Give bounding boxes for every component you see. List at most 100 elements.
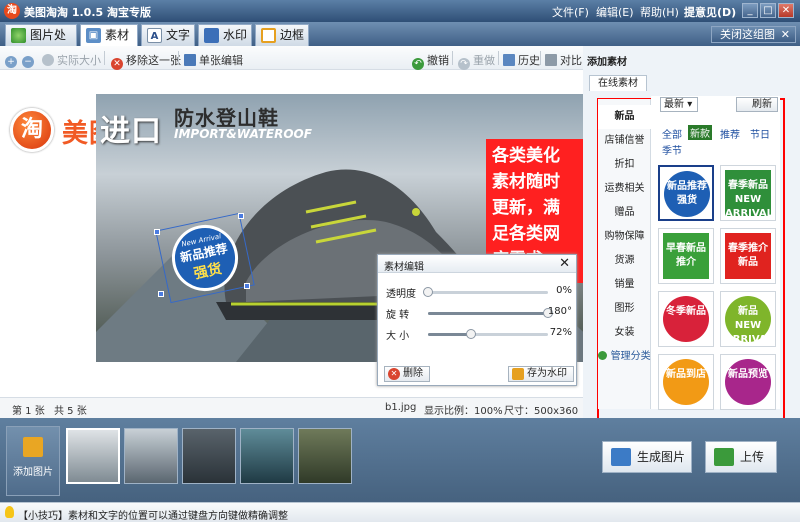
manage-categories-button[interactable]: 管理分类 xyxy=(598,345,651,369)
tip-bar: 【小技巧】素材和文字的位置可以通过键盘方向键做精确调整 xyxy=(0,502,800,522)
add-image-button[interactable]: 添加图片 xyxy=(6,426,60,496)
photo-headline-big: 进口 xyxy=(100,114,162,149)
save-watermark-label: 存为水印 xyxy=(527,368,567,379)
resize-handle[interactable] xyxy=(158,291,164,297)
category-store-credit[interactable]: 店铺信誉 xyxy=(598,129,651,153)
history-label: 历史 xyxy=(518,54,540,67)
save-watermark-button[interactable]: 存为水印 xyxy=(508,366,574,382)
opacity-slider[interactable] xyxy=(423,287,548,297)
close-group-button[interactable]: 关闭这组图 ✕ xyxy=(711,26,796,43)
category-discount[interactable]: 折扣 xyxy=(598,153,651,177)
tile-label: 新品推荐强货 xyxy=(664,171,710,217)
category-sales[interactable]: 销量 xyxy=(598,273,651,297)
thumbnail[interactable] xyxy=(298,428,352,484)
brand-logo-icon: 淘 xyxy=(10,108,54,152)
redo-button[interactable]: ↷ 重做 xyxy=(458,52,495,70)
redo-icon: ↷ xyxy=(458,58,470,70)
category-shape[interactable]: 图形 xyxy=(598,297,651,321)
history-button[interactable]: 历史 xyxy=(503,52,540,68)
material-tile[interactable]: 冬季新品 xyxy=(658,291,714,347)
status-total: 共 5 张 xyxy=(54,406,87,417)
delete-icon: ✕ xyxy=(388,368,400,380)
filter-season[interactable]: 季节 xyxy=(662,142,682,157)
resize-handle[interactable] xyxy=(244,283,250,289)
slider-knob[interactable] xyxy=(423,287,433,297)
tab-online-material[interactable]: 在线素材 xyxy=(589,75,647,91)
size-label: 大 小 xyxy=(386,331,410,342)
upload-button[interactable]: 上传 xyxy=(705,441,777,473)
category-new[interactable]: 新品 xyxy=(598,105,651,129)
tab-label: 文字 xyxy=(166,28,191,42)
app-logo-icon: 淘 xyxy=(4,3,20,19)
thumbnail[interactable] xyxy=(182,428,236,484)
menu-edit[interactable]: 编辑(E) xyxy=(596,4,634,20)
rotation-value: 180° xyxy=(547,306,572,317)
generate-image-button[interactable]: 生成图片 xyxy=(602,441,692,473)
filter-recommended[interactable]: 推荐 xyxy=(720,126,740,141)
zoom-out-button[interactable]: − xyxy=(22,52,37,68)
filter-holiday[interactable]: 节日 xyxy=(750,126,770,141)
category-guarantee[interactable]: 购物保障 xyxy=(598,225,651,249)
remove-one-label: 移除这一张 xyxy=(126,54,181,67)
material-tile[interactable]: 新品到店 xyxy=(658,354,714,410)
minimize-button[interactable]: _ xyxy=(742,3,758,18)
actual-size-label: 实际大小 xyxy=(57,54,101,67)
filter-new-style[interactable]: 新款 xyxy=(688,125,712,140)
material-tile[interactable]: 早春新品推介 xyxy=(658,228,714,284)
thumbnail[interactable] xyxy=(66,428,120,484)
category-supply[interactable]: 货源 xyxy=(598,249,651,273)
sort-dropdown[interactable]: 最新 ▾ xyxy=(660,97,698,112)
remove-one-button[interactable]: ✕ 移除这一张 xyxy=(111,52,181,70)
menu-help[interactable]: 帮助(H) xyxy=(640,4,679,20)
compare-button[interactable]: 对比 xyxy=(545,52,582,68)
actual-size-button[interactable]: 实际大小 xyxy=(42,52,101,68)
toolbar-divider xyxy=(498,51,499,65)
tab-watermark[interactable]: 水印 xyxy=(198,24,252,46)
material-tile[interactable]: 新品预览 xyxy=(720,354,776,410)
close-icon[interactable]: ✕ xyxy=(559,256,570,271)
material-tile[interactable]: 新品NEW ARRIVAL xyxy=(720,291,776,347)
thumbnail[interactable] xyxy=(240,428,294,484)
delete-material-button[interactable]: ✕ 删除 xyxy=(384,366,430,382)
thumbnail[interactable] xyxy=(124,428,178,484)
main-tab-bar: 图片处理 ▣ 素材 A 文字 水印 边框 关闭这组图 ✕ xyxy=(0,22,800,62)
slider-fill xyxy=(428,333,472,336)
material-editor-title: 素材编辑 xyxy=(384,262,424,273)
maximize-button[interactable]: □ xyxy=(760,3,776,18)
material-tile[interactable]: 春季新品NEW ARRIVAL xyxy=(720,165,776,221)
redo-label: 重做 xyxy=(473,54,495,67)
upload-icon xyxy=(714,448,734,466)
tile-label: 早春新品推介 xyxy=(663,233,709,279)
menu-feedback[interactable]: 提意见(D) xyxy=(684,4,736,20)
category-shipping[interactable]: 运费相关 xyxy=(598,177,651,201)
filter-all[interactable]: 全部 xyxy=(662,126,682,141)
tab-material[interactable]: ▣ 素材 xyxy=(80,24,138,46)
generate-image-icon xyxy=(611,448,631,466)
title-bar: 淘 美图淘淘 1.0.5 淘宝专版 文件(F) 编辑(E) 帮助(H) 提意见(… xyxy=(0,0,800,22)
menu-file[interactable]: 文件(F) xyxy=(552,4,589,20)
tab-image-process[interactable]: 图片处理 xyxy=(5,24,77,62)
close-window-button[interactable]: ✕ xyxy=(778,3,794,18)
tab-label: 素材 xyxy=(105,28,130,42)
material-sidebar-title: 添加素材 xyxy=(587,57,627,68)
toolbar-divider xyxy=(452,51,453,65)
add-image-label: 添加图片 xyxy=(13,467,53,478)
zoom-in-button[interactable]: + xyxy=(5,52,20,68)
manage-categories-label: 管理分类 xyxy=(610,351,651,362)
resize-handle[interactable] xyxy=(154,229,160,235)
tab-border[interactable]: 边框 xyxy=(255,24,309,46)
category-gift[interactable]: 赠品 xyxy=(598,201,651,225)
slider-knob[interactable] xyxy=(466,329,477,339)
resize-handle[interactable] xyxy=(238,213,244,219)
undo-button[interactable]: ↶ 撤销 xyxy=(412,52,449,70)
material-tile[interactable]: 新品推荐强货 xyxy=(658,165,714,221)
tab-text[interactable]: A 文字 xyxy=(141,24,195,46)
size-slider[interactable] xyxy=(428,329,548,339)
material-editor-header: 素材编辑 ✕ xyxy=(378,255,576,273)
material-tile[interactable]: 春季推介新品 xyxy=(720,228,776,284)
selected-sticker[interactable]: New Arrival 新品推荐 强货 xyxy=(154,212,255,304)
single-edit-button[interactable]: 单张编辑 xyxy=(184,52,243,68)
rotation-slider[interactable] xyxy=(428,308,553,318)
refresh-button[interactable]: 刷新 xyxy=(736,97,778,112)
category-women[interactable]: 女装 xyxy=(598,321,651,345)
